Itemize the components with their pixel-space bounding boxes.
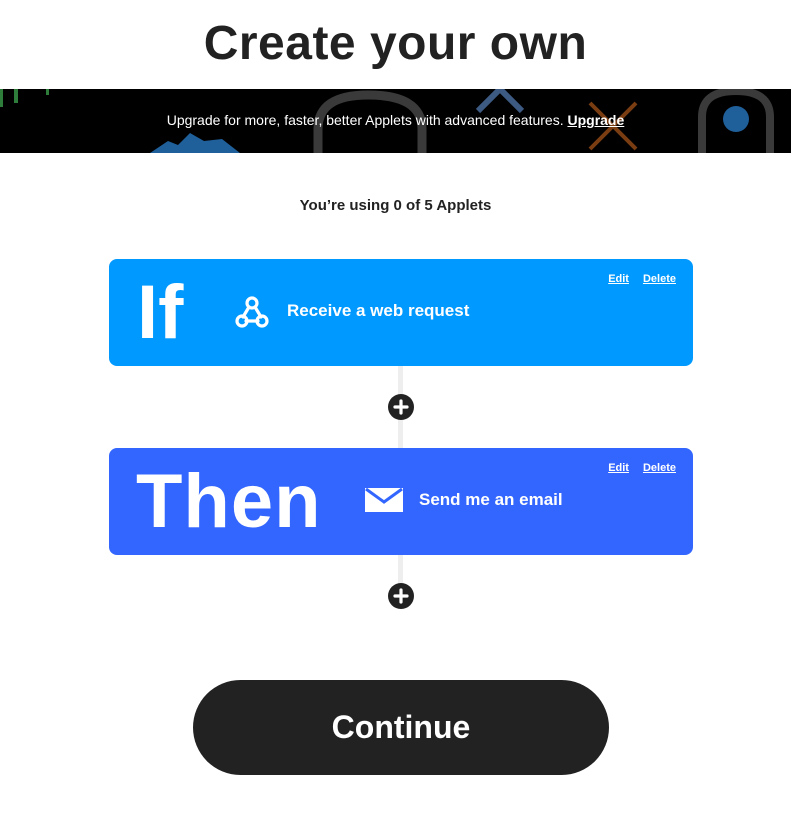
action-actions: Edit Delete: [594, 462, 676, 474]
trigger-card[interactable]: If Receive a web request Edit Delete: [109, 259, 693, 366]
continue-button[interactable]: Continue: [193, 680, 609, 775]
plus-icon: [393, 588, 409, 604]
delete-action-link[interactable]: Delete: [643, 462, 676, 474]
add-step-button[interactable]: [388, 394, 414, 420]
action-label: Send me an email: [419, 490, 563, 509]
edit-trigger-link[interactable]: Edit: [608, 273, 629, 285]
upgrade-banner: Upgrade for more, faster, better Applets…: [0, 89, 791, 153]
plus-icon: [393, 399, 409, 415]
upgrade-message: Upgrade for more, faster, better Applets…: [0, 89, 791, 153]
trigger-actions: Edit Delete: [594, 273, 676, 285]
email-icon: [365, 487, 403, 512]
delete-trigger-link[interactable]: Delete: [643, 273, 676, 285]
if-keyword: If: [137, 270, 184, 355]
edit-action-link[interactable]: Edit: [608, 462, 629, 474]
upgrade-link[interactable]: Upgrade: [567, 112, 624, 128]
upgrade-message-text: Upgrade for more, faster, better Applets…: [166, 112, 564, 128]
create-applet-page: Create your own Upgrade for more, faster…: [0, 0, 791, 821]
add-step-button[interactable]: [388, 583, 414, 609]
page-title: Create your own: [203, 17, 588, 70]
trigger-label: Receive a web request: [287, 301, 470, 320]
applet-usage-text: You’re using 0 of 5 Applets: [299, 197, 492, 214]
action-card[interactable]: Then Send me an email Edit Delete: [109, 448, 693, 555]
then-keyword: Then: [136, 459, 322, 544]
webhook-icon: [235, 296, 269, 328]
